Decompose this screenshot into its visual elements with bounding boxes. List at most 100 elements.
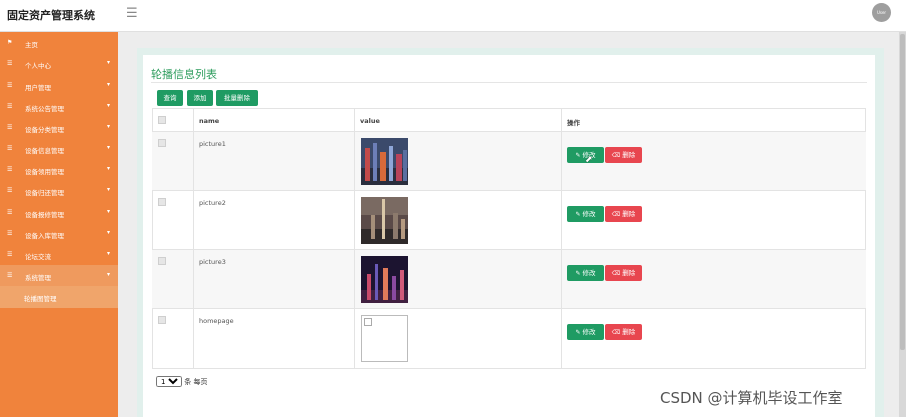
top-bar: 固定资产管理系统 ☰ User [0, 0, 906, 32]
pagination: 10 条 每页 [156, 376, 207, 387]
chevron-down-icon: ▾ [107, 144, 111, 151]
sidebar-item-label: 设备分类管理 [25, 126, 64, 134]
mouse-cursor-icon: ⬈ [585, 155, 593, 165]
edit-icon: ✎ [575, 270, 581, 277]
sidebar-item[interactable]: ☰ 系统管理 ▾ [0, 265, 118, 286]
delete-button[interactable]: ⌫ 删除 [605, 324, 642, 340]
sidebar-item-label: 系统管理 [25, 274, 51, 282]
select-all-checkbox[interactable] [158, 116, 166, 124]
sidebar-item[interactable]: ⚑ 主页 [0, 32, 118, 53]
sidebar-item-label: 设备领用管理 [25, 168, 64, 176]
sidebar-item-label: 设备信息管理 [25, 147, 64, 155]
sidebar-item[interactable]: ☰ 设备分类管理 ▾ [0, 117, 118, 138]
edit-button[interactable]: ✎ 修改 [567, 265, 604, 281]
watermark: CSDN @计算机毕设工作室 [660, 389, 843, 407]
delete-button-label: 删除 [622, 210, 636, 218]
thumbnail-image [361, 197, 408, 244]
sidebar-item-label: 设备报修管理 [25, 211, 64, 219]
column-header-actions: 操作 [567, 119, 580, 127]
thumbnail-image [361, 256, 408, 303]
row-checkbox[interactable] [158, 257, 166, 265]
thumbnail-image [361, 138, 408, 185]
sidebar-subitem-carousel[interactable]: 轮播图管理 [0, 286, 118, 308]
sidebar-item[interactable]: ☰ 个人中心 ▾ [0, 53, 118, 74]
sidebar-subitem-label: 轮播图管理 [24, 295, 57, 303]
title-divider [151, 82, 867, 83]
table-divider [152, 190, 866, 191]
chevron-down-icon: ▾ [107, 229, 111, 236]
sidebar-item-label: 用户管理 [25, 84, 51, 92]
add-button[interactable]: 添加 [187, 90, 213, 106]
list-icon: ☰ [7, 187, 13, 194]
column-header-value: value [360, 117, 380, 125]
row-checkbox[interactable] [158, 139, 166, 147]
sidebar-item[interactable]: ☰ 论坛交流 ▾ [0, 244, 118, 265]
list-icon: ☰ [7, 82, 13, 89]
trash-icon: ⌫ [611, 270, 621, 277]
sidebar-item[interactable]: ☰ 设备信息管理 ▾ [0, 138, 118, 159]
trash-icon: ⌫ [611, 211, 621, 218]
list-icon: ☰ [7, 272, 13, 279]
row-stripe [152, 250, 866, 308]
list-icon: ☰ [7, 230, 13, 237]
list-icon: ☰ [7, 145, 13, 152]
table-cell-name: picture2 [199, 199, 226, 207]
chevron-down-icon: ▾ [107, 208, 111, 215]
delete-button-label: 删除 [622, 151, 636, 159]
edit-button-label: 修改 [582, 210, 596, 218]
sidebar-item[interactable]: ☰ 设备归还管理 ▾ [0, 180, 118, 201]
table-divider [354, 108, 355, 369]
delete-button[interactable]: ⌫ 删除 [605, 265, 642, 281]
avatar[interactable]: User [872, 3, 891, 22]
broken-image-icon [361, 315, 408, 362]
delete-button-label: 删除 [622, 269, 636, 277]
sidebar-item[interactable]: ☰ 设备报修管理 ▾ [0, 202, 118, 223]
sidebar-item[interactable]: ☰ 用户管理 ▾ [0, 75, 118, 96]
chevron-down-icon: ▾ [107, 102, 111, 109]
table-divider [152, 249, 866, 250]
sidebar-item[interactable]: ☰ 设备入库管理 ▾ [0, 223, 118, 244]
trash-icon: ⌫ [611, 329, 621, 336]
edit-button[interactable]: ✎ 修改 [567, 324, 604, 340]
table-divider [193, 108, 194, 369]
sidebar-item-label: 系统公告管理 [25, 105, 64, 113]
sidebar-item-label: 个人中心 [25, 62, 51, 70]
page-title: 轮播信息列表 [151, 68, 217, 81]
list-icon: ☰ [7, 251, 13, 258]
edit-button-label: 修改 [582, 328, 596, 336]
query-button[interactable]: 查询 [157, 90, 183, 106]
delete-button-label: 删除 [622, 328, 636, 336]
list-icon: ☰ [7, 60, 13, 67]
sidebar-item-label: 主页 [25, 41, 38, 49]
menu-toggle-icon[interactable]: ☰ [126, 6, 138, 21]
page-size-select[interactable]: 10 [156, 376, 182, 387]
table-cell-name: homepage [199, 317, 234, 325]
list-icon: ☰ [7, 103, 13, 110]
chevron-down-icon: ▾ [107, 186, 111, 193]
batch-delete-button[interactable]: 批量删除 [216, 90, 258, 106]
sidebar-item-label: 设备归还管理 [25, 189, 64, 197]
list-icon: ☰ [7, 209, 13, 216]
row-checkbox[interactable] [158, 198, 166, 206]
list-icon: ☰ [7, 124, 13, 131]
sidebar-item-label: 设备入库管理 [25, 232, 64, 240]
chevron-down-icon: ▾ [107, 59, 111, 66]
flag-icon: ⚑ [7, 39, 13, 46]
sidebar-item[interactable]: ☰ 设备领用管理 ▾ [0, 159, 118, 180]
table-cell-name: picture3 [199, 258, 226, 266]
chevron-down-icon: ▾ [107, 271, 111, 278]
column-header-name: name [199, 117, 220, 125]
edit-icon: ✎ [575, 152, 581, 159]
table-divider [152, 308, 866, 309]
scrollbar-thumb[interactable] [900, 34, 905, 350]
delete-button[interactable]: ⌫ 删除 [605, 147, 642, 163]
table-divider [561, 108, 562, 369]
chevron-down-icon: ▾ [107, 165, 111, 172]
edit-button[interactable]: ✎ 修改 [567, 206, 604, 222]
edit-icon: ✎ [575, 211, 581, 218]
delete-button[interactable]: ⌫ 删除 [605, 206, 642, 222]
chevron-down-icon: ▾ [107, 81, 111, 88]
sidebar-item[interactable]: ☰ 系统公告管理 ▾ [0, 96, 118, 117]
table-divider [152, 131, 866, 132]
row-checkbox[interactable] [158, 316, 166, 324]
